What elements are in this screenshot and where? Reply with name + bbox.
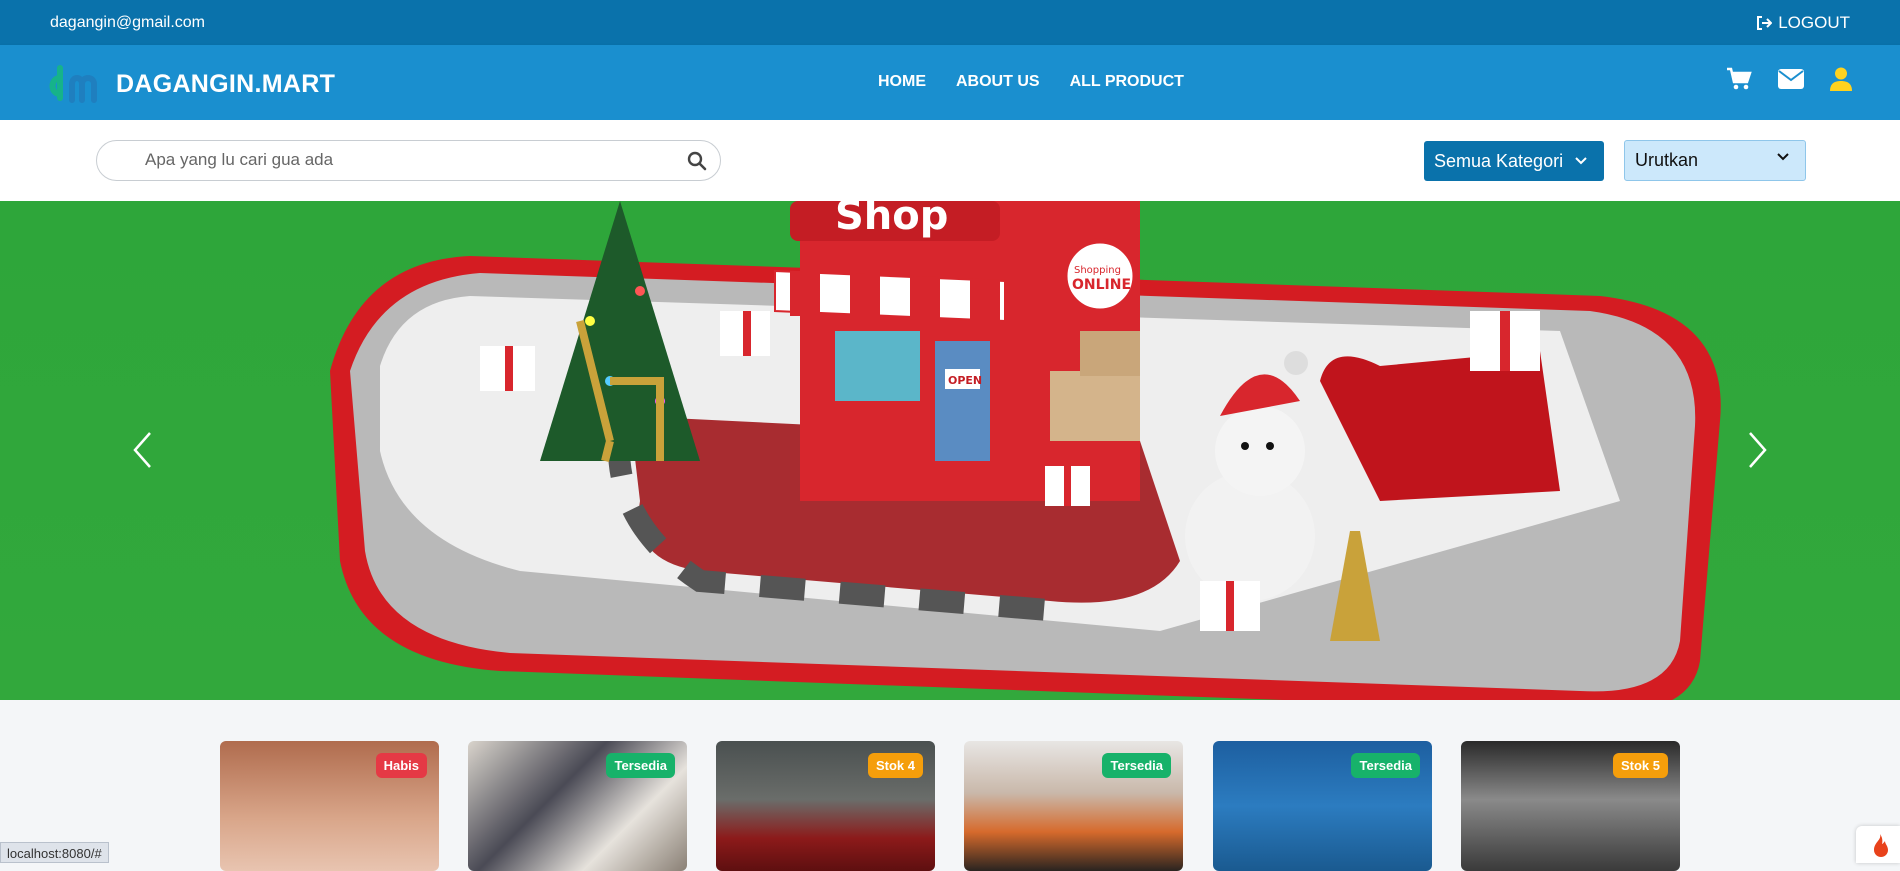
stock-badge: Tersedia — [1102, 753, 1171, 778]
category-dropdown[interactable]: Semua Kategori — [1424, 141, 1604, 181]
cart-icon[interactable] — [1726, 67, 1752, 91]
product-card[interactable]: Stok 5 — [1461, 741, 1680, 871]
carousel-next-arrow[interactable] — [1748, 431, 1768, 469]
user-email: dagangin@gmail.com — [50, 14, 205, 31]
product-grid: Habis Tersedia Stok 4 Tersedia Tersedia … — [0, 700, 1900, 871]
product-card[interactable]: Stok 4 — [716, 741, 935, 871]
svg-text:ONLINE: ONLINE — [1072, 277, 1131, 293]
product-card[interactable]: Tersedia — [468, 741, 687, 871]
menu-all-product[interactable]: ALL PRODUCT — [1070, 73, 1184, 91]
user-icon[interactable] — [1830, 67, 1852, 91]
svg-text:Shop: Shop — [835, 201, 948, 239]
sort-label: Urutkan — [1635, 150, 1699, 170]
nav-icons — [1726, 67, 1852, 91]
chevron-down-icon — [1777, 153, 1789, 161]
logout-icon — [1757, 16, 1773, 30]
menu-about-us[interactable]: ABOUT US — [956, 73, 1040, 91]
stock-badge: Stok 5 — [1612, 753, 1668, 778]
dm-logo-icon — [49, 65, 97, 103]
search-input[interactable] — [145, 150, 645, 170]
chevron-down-icon — [1575, 157, 1587, 165]
main-navbar: DAGANGIN.MART HOME ABOUT US ALL PRODUCT — [0, 45, 1900, 120]
stock-badge: Tersedia — [606, 753, 675, 778]
logout-label: LOGOUT — [1778, 13, 1850, 32]
category-label: Semua Kategori — [1434, 150, 1564, 171]
product-card[interactable]: Tersedia — [1213, 741, 1432, 871]
product-card[interactable]: Tersedia — [964, 741, 1183, 871]
product-card[interactable]: Habis — [220, 741, 439, 871]
search-icon[interactable] — [687, 151, 707, 171]
carousel-prev-arrow[interactable] — [132, 431, 152, 469]
brand-name: DAGANGIN.MART — [116, 69, 336, 98]
browser-status-url: localhost:8080/# — [0, 842, 109, 863]
top-bar: dagangin@gmail.com LOGOUT — [0, 0, 1900, 45]
stock-badge: Tersedia — [1351, 753, 1420, 778]
logout-button[interactable]: LOGOUT — [1756, 13, 1850, 33]
stock-badge: Stok 4 — [867, 753, 923, 778]
main-menu: HOME ABOUT US ALL PRODUCT — [878, 73, 1184, 91]
debug-toolbar-button[interactable] — [1856, 826, 1900, 863]
svg-text:OPEN: OPEN — [948, 374, 982, 387]
search-box — [96, 140, 721, 181]
envelope-icon[interactable] — [1778, 69, 1804, 89]
sort-dropdown[interactable]: Urutkan — [1624, 140, 1806, 181]
menu-home[interactable]: HOME — [878, 73, 926, 91]
stock-badge: Habis — [375, 753, 427, 778]
flame-icon — [1874, 834, 1888, 857]
hero-slide-image: Shop OPEN Shopping ONLINE — [330, 201, 1721, 700]
hero-carousel: Shop OPEN Shopping ONLINE — [0, 201, 1900, 700]
brand-logo-link[interactable]: DAGANGIN.MART — [48, 60, 335, 108]
svg-text:Shopping: Shopping — [1074, 265, 1121, 276]
